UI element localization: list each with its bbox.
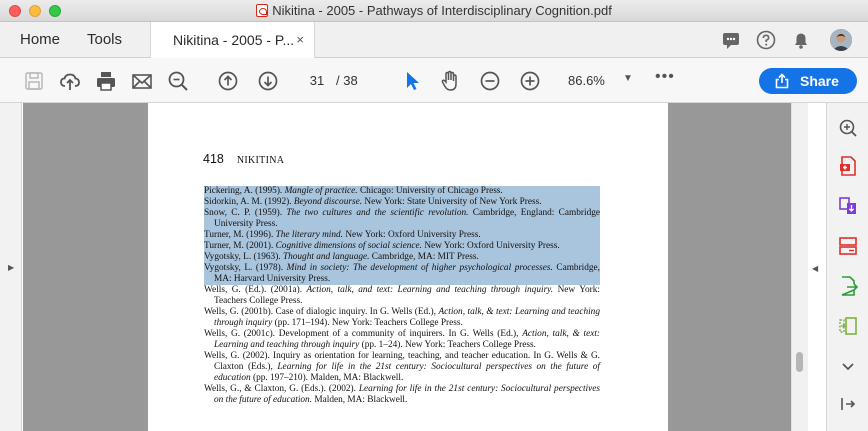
reference-publisher: Chicago: University of Chicago Press.	[357, 186, 503, 196]
share-label: Share	[800, 73, 839, 89]
cloud-upload-icon[interactable]	[58, 69, 82, 93]
reference-publisher: Cambridge, MA: MIT Press.	[369, 252, 479, 262]
reference-author: Turner, M. (2001).	[204, 241, 276, 251]
close-tab-icon[interactable]: ×	[296, 22, 304, 58]
collapse-panel-icon[interactable]	[837, 393, 859, 415]
save-icon[interactable]	[22, 69, 46, 93]
reference-author: Vygotsky, L. (1978).	[204, 263, 287, 273]
share-icon	[775, 73, 789, 89]
page-up-icon[interactable]	[216, 69, 240, 93]
reference-title: Mind in society: The development of high…	[286, 263, 553, 273]
share-button[interactable]: Share	[759, 68, 857, 94]
reference-author: Snow, C. P. (1959).	[204, 208, 287, 218]
chevron-down-icon[interactable]: ▼	[623, 73, 633, 84]
page-down-icon[interactable]	[256, 69, 280, 93]
reference-title: Action, talk, and text: Learning and tea…	[306, 285, 554, 295]
reference-author: Vygotsky, L. (1963).	[204, 252, 283, 262]
reference-title: The literary mind.	[275, 230, 343, 240]
reference-author: Wells, G. (Ed.). (2001a).	[204, 285, 307, 295]
reference-item: Turner, M. (2001). Cognitive dimensions …	[204, 241, 600, 252]
help-icon[interactable]	[755, 29, 777, 51]
reference-author: Sidorkin, A. M. (1992).	[204, 197, 294, 207]
reference-author: Wells, G. (2001b). Case of dialogic inqu…	[204, 307, 439, 317]
reference-publisher: New York: State University of New York P…	[362, 197, 542, 207]
reference-title: Cognitive dimensions of social science.	[275, 241, 422, 251]
left-panel-toggle[interactable]: ▶	[0, 103, 22, 431]
chevron-down-icon[interactable]	[837, 355, 859, 377]
tab-tools[interactable]: Tools	[87, 22, 122, 58]
reference-item: Wells, G. (2002). Inquiry as orientation…	[204, 351, 600, 384]
reference-publisher: (pp. 171–194). New York: Teachers Colleg…	[272, 318, 463, 328]
page-header: 418 NIKITINA	[203, 152, 284, 167]
organize-pages-icon[interactable]	[837, 235, 859, 257]
pointer-icon[interactable]	[400, 69, 424, 93]
reference-publisher: New York: Oxford University Press.	[422, 241, 560, 251]
reference-item: Wells, G. (Ed.). (2001a). Action, talk, …	[204, 285, 600, 307]
document-tab-label: Nikitina - 2005 - P...	[173, 32, 295, 48]
reference-list: Pickering, A. (1995). Mangle of practice…	[204, 186, 600, 406]
comment-icon[interactable]	[720, 29, 742, 51]
reference-author: Wells, G., & Claxton, G. (Eds.). (2002).	[204, 384, 359, 394]
reference-title: Beyond discourse.	[293, 197, 363, 207]
hand-icon[interactable]	[438, 69, 462, 93]
reference-publisher: Malden, MA: Blackwell.	[312, 395, 408, 405]
chevron-left-icon[interactable]: ◀	[812, 264, 818, 273]
more-tools-icon[interactable]: •••	[655, 68, 675, 86]
share-file-icon[interactable]	[837, 275, 859, 297]
create-pdf-icon[interactable]	[837, 155, 859, 177]
mail-icon[interactable]	[130, 69, 154, 93]
print-icon[interactable]	[94, 69, 118, 93]
reference-author: Turner, M. (1996).	[204, 230, 276, 240]
pdf-file-icon	[256, 4, 269, 17]
reference-author: Pickering, A. (1995).	[204, 186, 285, 196]
reference-title: Mangle of practice.	[284, 186, 358, 196]
reference-author: Wells, G. (2001c). Development of a comm…	[204, 329, 523, 339]
notification-bell-icon[interactable]	[790, 29, 812, 51]
reference-item: Wells, G. (2001c). Development of a comm…	[204, 329, 600, 351]
zoom-level-select[interactable]: 86.6%	[568, 70, 605, 92]
reference-item: Wells, G., & Claxton, G. (Eds.). (2002).…	[204, 384, 600, 406]
tab-document[interactable]: Nikitina - 2005 - P... ×	[150, 22, 315, 59]
chevron-right-icon[interactable]: ▶	[8, 263, 14, 272]
reference-publisher: (pp. 1–24). New York: Teachers College P…	[359, 340, 536, 350]
reference-title: Thought and language.	[282, 252, 370, 262]
reference-publisher: New York: Oxford University Press.	[343, 230, 481, 240]
reference-item: Pickering, A. (1995). Mangle of practice…	[204, 186, 600, 197]
reference-item: Snow, C. P. (1959). The two cultures and…	[204, 208, 600, 230]
compress-pdf-icon[interactable]	[837, 315, 859, 337]
vertical-scrollbar[interactable]	[791, 103, 808, 431]
reference-item: Wells, G. (2001b). Case of dialogic inqu…	[204, 307, 600, 329]
scrollbar-thumb[interactable]	[796, 352, 803, 372]
page-total: / 38	[336, 73, 358, 88]
zoom-search-icon[interactable]	[166, 69, 190, 93]
zoom-in-icon[interactable]	[518, 69, 542, 93]
reference-title: The two cultures and the scientific revo…	[286, 208, 469, 218]
tab-bar: Home Tools Nikitina - 2005 - P... ×	[0, 22, 868, 59]
window-title: Nikitina - 2005 - Pathways of Interdisci…	[272, 3, 612, 18]
window-title-wrap: Nikitina - 2005 - Pathways of Interdisci…	[0, 3, 868, 18]
avatar[interactable]	[830, 29, 852, 51]
pdf-page: 418 NIKITINA Pickering, A. (1995). Mangl…	[148, 103, 668, 431]
reference-publisher: (pp. 197–210). Malden, MA: Blackwell.	[250, 373, 404, 383]
reference-item: Sidorkin, A. M. (1992). Beyond discourse…	[204, 197, 600, 208]
zoom-out-icon[interactable]	[478, 69, 502, 93]
page-number: 418	[203, 152, 224, 166]
export-pdf-icon[interactable]	[837, 195, 859, 217]
reference-item: Vygotsky, L. (1963). Thought and languag…	[204, 252, 600, 263]
title-bar: Nikitina - 2005 - Pathways of Interdisci…	[0, 0, 868, 22]
page-number-input[interactable]: 31	[300, 70, 334, 92]
zoom-search-icon[interactable]	[837, 117, 859, 139]
toolbar: 31 / 38 86.6% ▼ ••• Share	[0, 58, 868, 103]
right-tools-panel	[826, 103, 868, 431]
reference-item: Vygotsky, L. (1978). Mind in society: Th…	[204, 263, 600, 285]
reference-item: Turner, M. (1996). The literary mind. Ne…	[204, 230, 600, 241]
tab-home[interactable]: Home	[20, 22, 60, 58]
running-head: NIKITINA	[236, 155, 285, 166]
